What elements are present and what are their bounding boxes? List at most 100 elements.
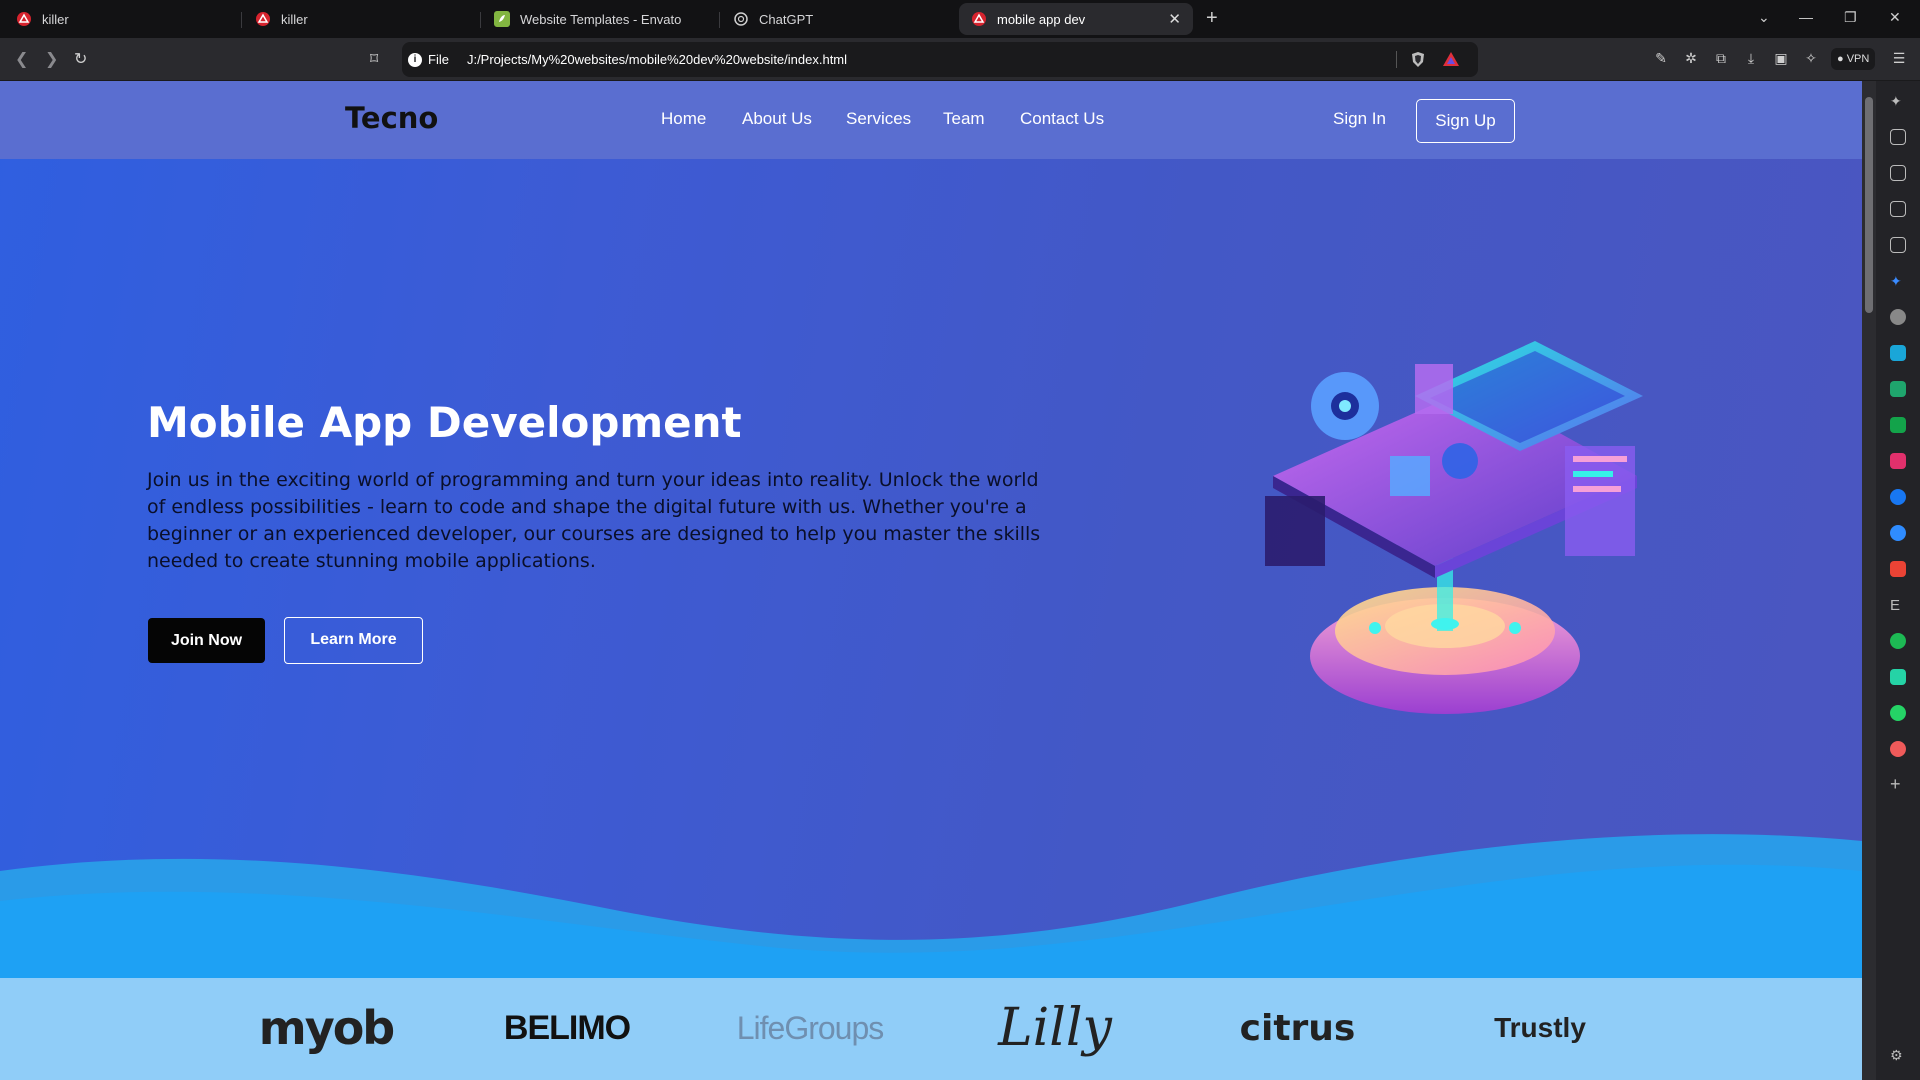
minimize-icon[interactable]: — (1799, 9, 1813, 25)
isometric-mobile-illustration (1265, 341, 1643, 714)
chatgpt-icon (734, 12, 748, 26)
brand-logo[interactable]: Tecno (345, 101, 438, 135)
wallet-icon[interactable]: ▣ (1772, 49, 1790, 67)
nav-services[interactable]: Services (846, 109, 911, 129)
tab-list-chevron-icon[interactable]: ⌄ (1758, 9, 1770, 26)
url-text[interactable]: J:/Projects/My%20websites/mobile%20dev%2… (467, 52, 847, 67)
bookmarks-icon[interactable] (1890, 201, 1906, 217)
settings-gear-icon[interactable]: ⚙ (1890, 1047, 1906, 1063)
browser-tab-active[interactable]: mobile app dev ✕ (959, 3, 1193, 35)
client-logo: Trustly (1478, 998, 1602, 1058)
menu-icon[interactable]: ☰ (1890, 49, 1908, 67)
nav-about-us[interactable]: About Us (742, 109, 812, 129)
reading-list-icon[interactable] (1890, 129, 1906, 145)
client-logo-text: myob (258, 1001, 395, 1055)
extension-gear-icon[interactable]: ✲ (1682, 49, 1700, 67)
tab-label: Website Templates - Envato (520, 11, 682, 27)
client-logo: citrus (1235, 998, 1360, 1058)
browser-tab[interactable]: killer (243, 3, 473, 35)
gmail-icon[interactable] (1890, 561, 1906, 577)
bookmark-icon[interactable]: ⌑ (370, 49, 378, 69)
app-red-icon[interactable] (1890, 741, 1906, 757)
vpn-label: VPN (1846, 53, 1870, 65)
site-header: Tecno Home About Us Services Team Contac… (0, 81, 1862, 159)
tab-label: mobile app dev (997, 11, 1086, 27)
site-info-button[interactable]: i File (408, 52, 449, 67)
back-icon[interactable]: ❮ (15, 49, 28, 69)
instagram-icon[interactable] (1890, 453, 1906, 469)
client-logo-text: BELIMO (503, 1008, 631, 1047)
tab-divider (480, 12, 481, 28)
hero-description: Join us in the exciting world of program… (147, 469, 1041, 572)
app-logo-icon (256, 12, 270, 26)
e-icon[interactable]: E (1890, 597, 1906, 614)
browser-toolbar: ❮ ❯ ↻ ⌑ i File J:/Projects/My%20websites… (0, 38, 1920, 81)
sign-up-button[interactable]: Sign Up (1416, 99, 1515, 143)
brave-rewards-icon[interactable] (1442, 51, 1460, 67)
url-divider (1396, 51, 1397, 68)
page-viewport: Tecno Home About Us Services Team Contac… (0, 81, 1862, 1080)
px-icon[interactable] (1890, 417, 1906, 433)
whatsapp-icon[interactable] (1890, 705, 1906, 721)
envato-icon (494, 11, 510, 27)
client-logo-text: LifeGroups (736, 1009, 885, 1046)
browser-tab[interactable]: killer (4, 3, 234, 35)
facebook-icon[interactable] (1890, 489, 1906, 505)
info-icon: i (408, 52, 422, 67)
vpn-button[interactable]: ● VPN (1831, 48, 1876, 70)
hero-title: Mobile App Development (147, 398, 742, 447)
leo-icon[interactable]: ✦ (1890, 273, 1906, 289)
browser-tab[interactable]: ChatGPT (721, 3, 951, 35)
learn-more-button[interactable]: Learn More (284, 617, 423, 664)
add-panel-icon[interactable]: + (1890, 775, 1906, 793)
wallet-icon[interactable] (1890, 165, 1906, 181)
browser-tab-bar: killer killer Website Templates - Envato… (0, 0, 1920, 38)
app-logo-icon (17, 12, 31, 26)
tab-divider (241, 12, 242, 28)
pen-icon[interactable]: ✎ (1652, 49, 1670, 67)
nav-home[interactable]: Home (661, 109, 706, 129)
client-logo: Lilly (990, 998, 1120, 1058)
tab-divider (719, 12, 720, 28)
nav-contact-us[interactable]: Contact Us (1020, 109, 1104, 129)
spotify-icon[interactable] (1890, 633, 1906, 649)
nav-team[interactable]: Team (943, 109, 985, 129)
client-logo-text: Lilly (998, 998, 1112, 1058)
join-now-button[interactable]: Join Now (148, 618, 265, 663)
scrollbar-thumb[interactable] (1865, 97, 1873, 313)
app-teal-icon[interactable] (1890, 669, 1906, 685)
browser-side-panel: ✦ ✦ E + ⚙ (1876, 81, 1920, 1080)
sign-in-link[interactable]: Sign In (1333, 109, 1386, 129)
puzzle-icon[interactable]: ⧉ (1712, 49, 1730, 67)
app-logo-icon (972, 12, 986, 26)
brave-shield-icon[interactable] (1410, 51, 1426, 68)
browser-tab[interactable]: Website Templates - Envato (482, 3, 712, 35)
page-scrollbar[interactable] (1862, 81, 1876, 1080)
tab-label: killer (42, 11, 69, 27)
sparkle-icon[interactable]: ✦ (1890, 93, 1906, 109)
malwarebytes-icon[interactable] (1890, 345, 1906, 361)
hero-wave-divider (0, 834, 1862, 981)
close-tab-icon[interactable]: ✕ (1168, 10, 1181, 28)
client-logo-strip: myob BELIMO LifeGroups Lilly citrus Trus… (0, 978, 1862, 1080)
client-logo: LifeGroups (737, 998, 885, 1058)
messenger-icon[interactable] (1890, 525, 1906, 541)
history-icon[interactable] (1890, 237, 1906, 253)
client-logo: myob (259, 998, 395, 1058)
close-window-icon[interactable]: ✕ (1889, 9, 1901, 26)
client-logo: BELIMO (502, 998, 632, 1058)
avatar[interactable] (1890, 309, 1906, 325)
tab-label: killer (281, 11, 308, 27)
client-logo-text: Trustly (1494, 1012, 1586, 1043)
address-bar[interactable]: i File J:/Projects/My%20websites/mobile%… (402, 42, 1478, 77)
tab-label: ChatGPT (759, 11, 814, 27)
app-green-icon[interactable] (1890, 381, 1906, 397)
forward-icon[interactable]: ❯ (45, 49, 58, 69)
client-logo-text: citrus (1239, 1007, 1356, 1049)
restore-icon[interactable]: ❐ (1844, 9, 1857, 26)
url-scheme-label: File (428, 52, 449, 67)
new-tab-button[interactable]: + (1206, 8, 1218, 28)
reload-icon[interactable]: ↻ (74, 49, 87, 69)
download-icon[interactable]: ⤓ (1742, 49, 1760, 67)
leo-ai-icon[interactable]: ✧ (1802, 49, 1820, 67)
